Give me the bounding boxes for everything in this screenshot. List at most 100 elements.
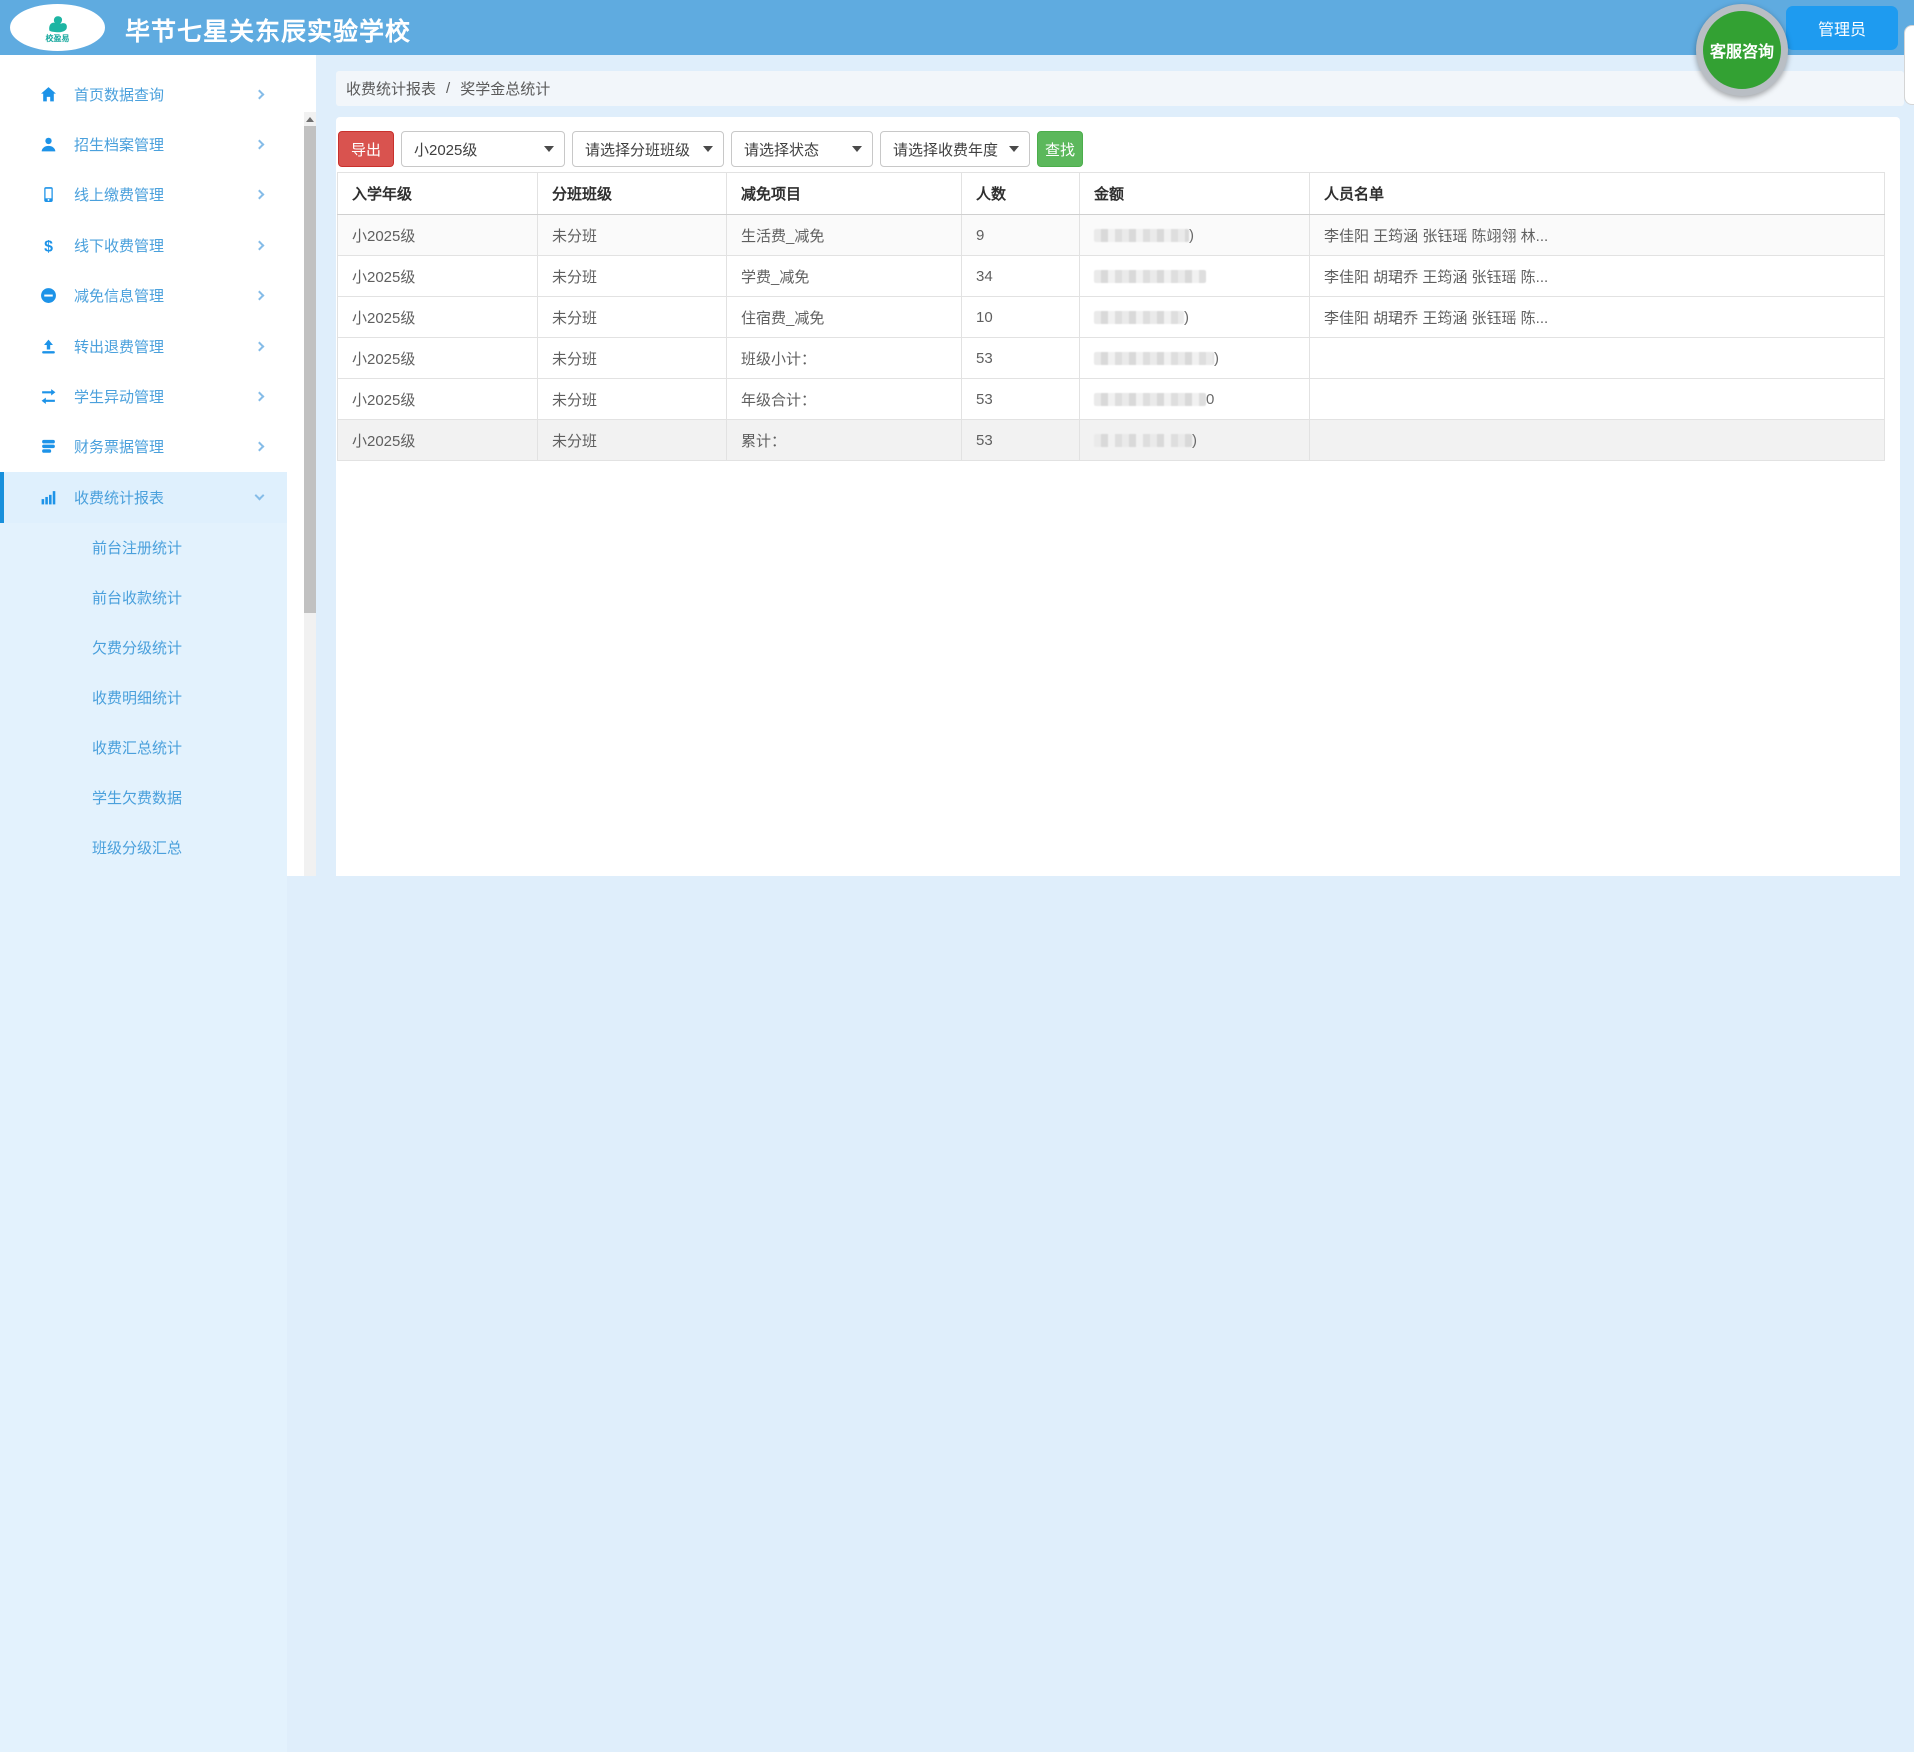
cell-count: 9 (962, 215, 1080, 256)
cell-names (1310, 379, 1885, 420)
cell-class: 未分班 (538, 338, 727, 379)
scholarship-summary-table: 入学年级 分班班级 减免项目 人数 金额 人员名单 小2025级 未分班 生活费… (337, 172, 1885, 461)
cell-class: 未分班 (538, 379, 727, 420)
cell-grade: 小2025级 (338, 379, 538, 420)
sidebar-item[interactable]: 转出退费管理 (0, 321, 287, 371)
sidebar-item-label: 招生档案管理 (74, 134, 164, 155)
caret-down-icon (852, 146, 862, 152)
sidebar-subitem[interactable]: 班级分级汇总 (0, 823, 287, 873)
sidebar-item-label: 收费统计报表 (74, 487, 164, 508)
dollar-icon: $ (40, 237, 57, 254)
cell-names (1310, 338, 1885, 379)
user-icon (40, 136, 57, 153)
grade-select-value: 小2025级 (414, 139, 477, 160)
chevron-right-icon (255, 190, 265, 200)
sidebar-item[interactable]: 招生档案管理 (0, 119, 287, 169)
breadcrumb-separator: / (446, 80, 450, 97)
sidebar-subitem[interactable]: 收费汇总统计 (0, 723, 287, 773)
col-header-class: 分班班级 (538, 173, 727, 215)
sidebar-item[interactable]: 收费统计报表 (0, 472, 287, 522)
chevron-right-icon (255, 89, 265, 99)
cell-item: 住宿费_减免 (727, 297, 962, 338)
upload-icon (40, 338, 57, 355)
cell-amount: ) (1080, 215, 1310, 256)
chevron-right-icon (255, 291, 265, 301)
cell-item: 学费_减免 (727, 256, 962, 297)
scroll-up-arrow-icon[interactable] (304, 112, 316, 126)
sidebar-subitem[interactable]: 收费明细统计 (0, 673, 287, 723)
app-header: 校盈易 毕节七星关东辰实验学校 (0, 0, 1914, 55)
redacted-amount (1094, 229, 1189, 242)
school-logo: 校盈易 (10, 4, 105, 51)
table-row: 小2025级 未分班 学费_减免 34 李佳阳 胡珺乔 王筠涵 张钰瑶 陈... (338, 256, 1885, 297)
export-button[interactable]: 导出 (338, 131, 394, 167)
customer-service-button[interactable]: 客服咨询 (1696, 4, 1788, 96)
bar-chart-icon (40, 489, 57, 506)
search-button[interactable]: 查找 (1037, 131, 1083, 167)
breadcrumb-page: 奖学金总统计 (460, 78, 550, 99)
col-header-names: 人员名单 (1310, 173, 1885, 215)
grade-select[interactable]: 小2025级 (401, 131, 565, 167)
class-select[interactable]: 请选择分班班级 (572, 131, 724, 167)
caret-down-icon (544, 146, 554, 152)
table-row: 小2025级 未分班 累计： 53 ) (338, 420, 1885, 461)
cell-class: 未分班 (538, 256, 727, 297)
svg-text:$: $ (44, 238, 53, 254)
breadcrumb-section: 收费统计报表 (346, 78, 436, 99)
status-select[interactable]: 请选择状态 (731, 131, 873, 167)
table-row: 小2025级 未分班 年级合计： 53 0 (338, 379, 1885, 420)
cell-grade: 小2025级 (338, 420, 538, 461)
cell-amount: ) (1080, 338, 1310, 379)
sidebar-item-label: 首页数据查询 (74, 84, 164, 105)
sidebar-subitem[interactable]: 学生欠费数据 (0, 773, 287, 823)
col-header-item: 减免项目 (727, 173, 962, 215)
main-content: 收费统计报表 / 奖学金总统计 导出 小2025级 请选择分班班级 请选择状态 … (316, 55, 1914, 876)
cell-amount: 0 (1080, 379, 1310, 420)
redacted-amount (1094, 311, 1184, 324)
cell-class: 未分班 (538, 420, 727, 461)
customer-service-label: 客服咨询 (1710, 38, 1774, 62)
year-select-placeholder: 请选择收费年度 (893, 139, 998, 160)
cell-names: 李佳阳 王筠涵 张钰瑶 陈翊翎 林... (1310, 215, 1885, 256)
side-panel-handle[interactable] (1904, 25, 1914, 105)
filter-toolbar: 导出 小2025级 请选择分班班级 请选择状态 请选择收费年度 查找 (336, 117, 1900, 167)
sidebar-item[interactable]: 财务票据管理 (0, 422, 287, 472)
col-header-grade: 入学年级 (338, 173, 538, 215)
year-select[interactable]: 请选择收费年度 (880, 131, 1030, 167)
sidebar-item[interactable]: $ 线下收费管理 (0, 220, 287, 270)
cell-names: 李佳阳 胡珺乔 王筠涵 张钰瑶 陈... (1310, 297, 1885, 338)
cell-item: 生活费_减免 (727, 215, 962, 256)
sidebar-subitem[interactable]: 前台收款统计 (0, 573, 287, 623)
cell-class: 未分班 (538, 215, 727, 256)
cell-item: 年级合计： (727, 379, 962, 420)
cell-grade: 小2025级 (338, 338, 538, 379)
chevron-right-icon (255, 240, 265, 250)
sidebar-subitem[interactable]: 前台注册统计 (0, 523, 287, 573)
sidebar-nav: 首页数据查询 招生档案管理 线上缴费管理 $ 线下收费管理 (0, 55, 316, 876)
redacted-amount (1094, 270, 1206, 283)
admin-button[interactable]: 管理员 (1786, 6, 1898, 50)
cell-grade: 小2025级 (338, 256, 538, 297)
sidebar-item[interactable]: 减免信息管理 (0, 271, 287, 321)
table-header-row: 入学年级 分班班级 减免项目 人数 金额 人员名单 (338, 173, 1885, 215)
scrollbar-thumb[interactable] (304, 126, 316, 613)
cell-count: 34 (962, 256, 1080, 297)
swan-logo-icon (45, 13, 71, 35)
cell-names: 李佳阳 胡珺乔 王筠涵 张钰瑶 陈... (1310, 256, 1885, 297)
sidebar-item-label: 转出退费管理 (74, 336, 164, 357)
sidebar-subitem[interactable]: 欠费分级统计 (0, 623, 287, 673)
sidebar-menu: 首页数据查询 招生档案管理 线上缴费管理 $ 线下收费管理 (0, 69, 287, 523)
sidebar-item[interactable]: 线上缴费管理 (0, 170, 287, 220)
cell-count: 53 (962, 420, 1080, 461)
minus-circle-icon (40, 287, 57, 304)
cell-item: 班级小计： (727, 338, 962, 379)
cell-class: 未分班 (538, 297, 727, 338)
cell-grade: 小2025级 (338, 297, 538, 338)
table-row: 小2025级 未分班 住宿费_减免 10 ) 李佳阳 胡珺乔 王筠涵 张钰瑶 陈… (338, 297, 1885, 338)
sidebar-item[interactable]: 学生异动管理 (0, 371, 287, 421)
breadcrumb: 收费统计报表 / 奖学金总统计 (336, 71, 1904, 106)
sidebar-item[interactable]: 首页数据查询 (0, 69, 287, 119)
sidebar-item-label: 线下收费管理 (74, 235, 164, 256)
sidebar-scrollbar[interactable] (304, 112, 316, 876)
chevron-down-icon (255, 490, 265, 500)
